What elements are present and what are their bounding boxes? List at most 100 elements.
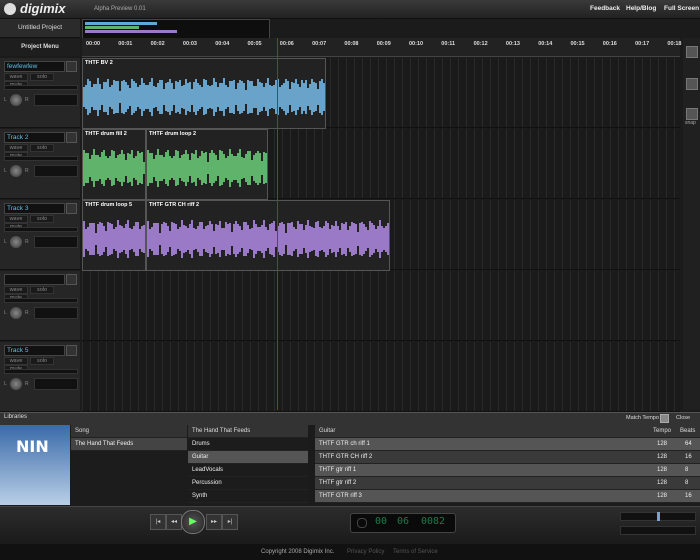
- audio-clip[interactable]: THTF BV 2: [82, 58, 326, 129]
- track-name-field[interactable]: Track 5: [4, 345, 65, 356]
- category-item[interactable]: Percussion: [188, 477, 308, 490]
- solo-button[interactable]: solo: [30, 144, 54, 152]
- track-volume-slider[interactable]: [4, 85, 78, 90]
- terms-link[interactable]: Terms of Service: [393, 544, 438, 560]
- track-dropdown[interactable]: [66, 274, 77, 285]
- ruler-tick-label: 00:07: [312, 41, 327, 47]
- track-panel: Track 3wavesolomute L R: [0, 200, 80, 270]
- clip-beats: 8: [685, 467, 689, 473]
- track-lane[interactable]: [82, 271, 680, 341]
- song-header: Song: [71, 425, 187, 438]
- privacy-link[interactable]: Privacy Policy: [347, 544, 384, 560]
- wave-button[interactable]: wave: [4, 144, 28, 152]
- zoom-slider[interactable]: [620, 512, 696, 521]
- track-volume-slider[interactable]: [4, 298, 78, 303]
- category-item[interactable]: Drums: [188, 438, 308, 451]
- master-volume-slider[interactable]: [620, 526, 696, 535]
- pan-knob[interactable]: [10, 165, 22, 177]
- forward-end-button[interactable]: ▸|: [222, 514, 238, 530]
- feedback-link[interactable]: Feedback: [590, 5, 620, 12]
- track-panel: Track 5wavesolomute L R: [0, 342, 80, 412]
- help-blog-link[interactable]: Help/Blog: [626, 5, 656, 12]
- play-button[interactable]: ▶: [181, 510, 205, 534]
- track-name-field[interactable]: [4, 274, 65, 285]
- category-item[interactable]: Guitar: [188, 451, 308, 464]
- beats-header: Beats: [680, 428, 696, 434]
- audio-clip[interactable]: THTF drum loop 5: [82, 200, 146, 271]
- snap-icon[interactable]: [686, 108, 698, 120]
- track-level-meter: [34, 378, 78, 390]
- ruler-tick-label: 00:06: [279, 41, 294, 47]
- ruler-tick-label: 00:15: [570, 41, 585, 47]
- wave-button[interactable]: wave: [4, 73, 28, 81]
- copyright-text: Copyright 2008 Digimix Inc.: [261, 549, 335, 555]
- track-name-field[interactable]: Track 3: [4, 203, 65, 214]
- track-lane[interactable]: THTF drum fill 2 THTF drum loop 2: [82, 129, 680, 200]
- track-dropdown[interactable]: [66, 345, 77, 356]
- solo-button[interactable]: solo: [30, 215, 54, 223]
- track-volume-slider[interactable]: [4, 227, 78, 232]
- clip-name: THTF GTR ch riff 1: [319, 441, 370, 447]
- track-name-field[interactable]: Track 2: [4, 132, 65, 143]
- match-tempo-checkbox[interactable]: [660, 414, 669, 423]
- clip-row[interactable]: THTF gtr riff 1 128 8: [315, 464, 700, 477]
- clip-row[interactable]: THTF gtr riff 2 128 8: [315, 477, 700, 490]
- rewind-button[interactable]: ◂◂: [166, 514, 182, 530]
- category-item[interactable]: Synth: [188, 490, 308, 503]
- track-name-field[interactable]: fewfewfew: [4, 61, 65, 72]
- match-tempo-toggle[interactable]: Match Tempo: [626, 415, 659, 421]
- wave-button[interactable]: wave: [4, 286, 28, 294]
- track-dropdown[interactable]: [66, 132, 77, 143]
- clip-title: THTF GTR CH riff 2: [149, 202, 200, 208]
- overview-strip[interactable]: [82, 19, 270, 39]
- track-volume-slider[interactable]: [4, 369, 78, 374]
- audio-clip[interactable]: THTF GTR CH riff 2: [146, 200, 390, 271]
- record-icon[interactable]: [686, 46, 698, 58]
- track-volume-slider[interactable]: [4, 156, 78, 161]
- clips-column: Guitar Tempo Beats THTF GTR ch riff 1 128…: [315, 425, 700, 505]
- full-screen-link[interactable]: Full Screen: [664, 5, 699, 12]
- rewind-start-button[interactable]: |◂: [150, 514, 166, 530]
- pan-left-label: L: [4, 310, 7, 316]
- audio-clip[interactable]: THTF drum loop 2: [146, 129, 268, 200]
- pan-right-label: R: [25, 97, 29, 103]
- clip-row[interactable]: THTF GTR ch riff 1 128 64: [315, 438, 700, 451]
- project-menu-button[interactable]: Project Menu: [0, 39, 80, 56]
- ruler-tick-label: 00:04: [215, 41, 230, 47]
- track-lane[interactable]: THTF drum loop 5 THTF GTR CH riff 2: [82, 200, 680, 271]
- track-lane[interactable]: THTF BV 2: [82, 58, 680, 129]
- category-header: The Hand That Feeds: [188, 425, 308, 438]
- fast-forward-button[interactable]: ▸▸: [206, 514, 222, 530]
- clip-title: THTF BV 2: [85, 60, 113, 66]
- pan-knob[interactable]: [10, 94, 22, 106]
- album-art: NIN: [0, 425, 70, 505]
- logo-icon: [4, 3, 16, 15]
- pan-left-label: L: [4, 381, 7, 387]
- song-row[interactable]: The Hand That Feeds: [71, 438, 187, 451]
- solo-button[interactable]: solo: [30, 286, 54, 294]
- solo-button[interactable]: solo: [30, 73, 54, 81]
- wave-button[interactable]: wave: [4, 357, 28, 365]
- track-dropdown[interactable]: [66, 203, 77, 214]
- ruler-tick-label: 00:11: [441, 41, 456, 47]
- project-title[interactable]: Untitled Project: [0, 19, 80, 38]
- track-lane[interactable]: [82, 342, 680, 412]
- category-item[interactable]: LeadVocals: [188, 464, 308, 477]
- playhead[interactable]: [277, 38, 278, 410]
- close-button[interactable]: Close: [676, 415, 690, 421]
- clip-row[interactable]: THTF GTR CH riff 2 128 16: [315, 451, 700, 464]
- audio-clip[interactable]: THTF drum fill 2: [82, 129, 146, 200]
- category-column: The Hand That Feeds Drums Guitar LeadVocal…: [188, 425, 308, 505]
- track-dropdown[interactable]: [66, 61, 77, 72]
- pan-right-label: R: [25, 239, 29, 245]
- pan-knob[interactable]: [10, 307, 22, 319]
- clips-header-label: Guitar: [319, 428, 336, 434]
- clip-row[interactable]: THTF GTR riff 3 128 16: [315, 490, 700, 503]
- pan-knob[interactable]: [10, 378, 22, 390]
- solo-button[interactable]: solo: [30, 357, 54, 365]
- wave-button[interactable]: wave: [4, 215, 28, 223]
- note-icon[interactable]: [686, 78, 698, 90]
- app-logo: digimix: [20, 1, 66, 16]
- clip-tempo: 128: [657, 454, 668, 460]
- pan-knob[interactable]: [10, 236, 22, 248]
